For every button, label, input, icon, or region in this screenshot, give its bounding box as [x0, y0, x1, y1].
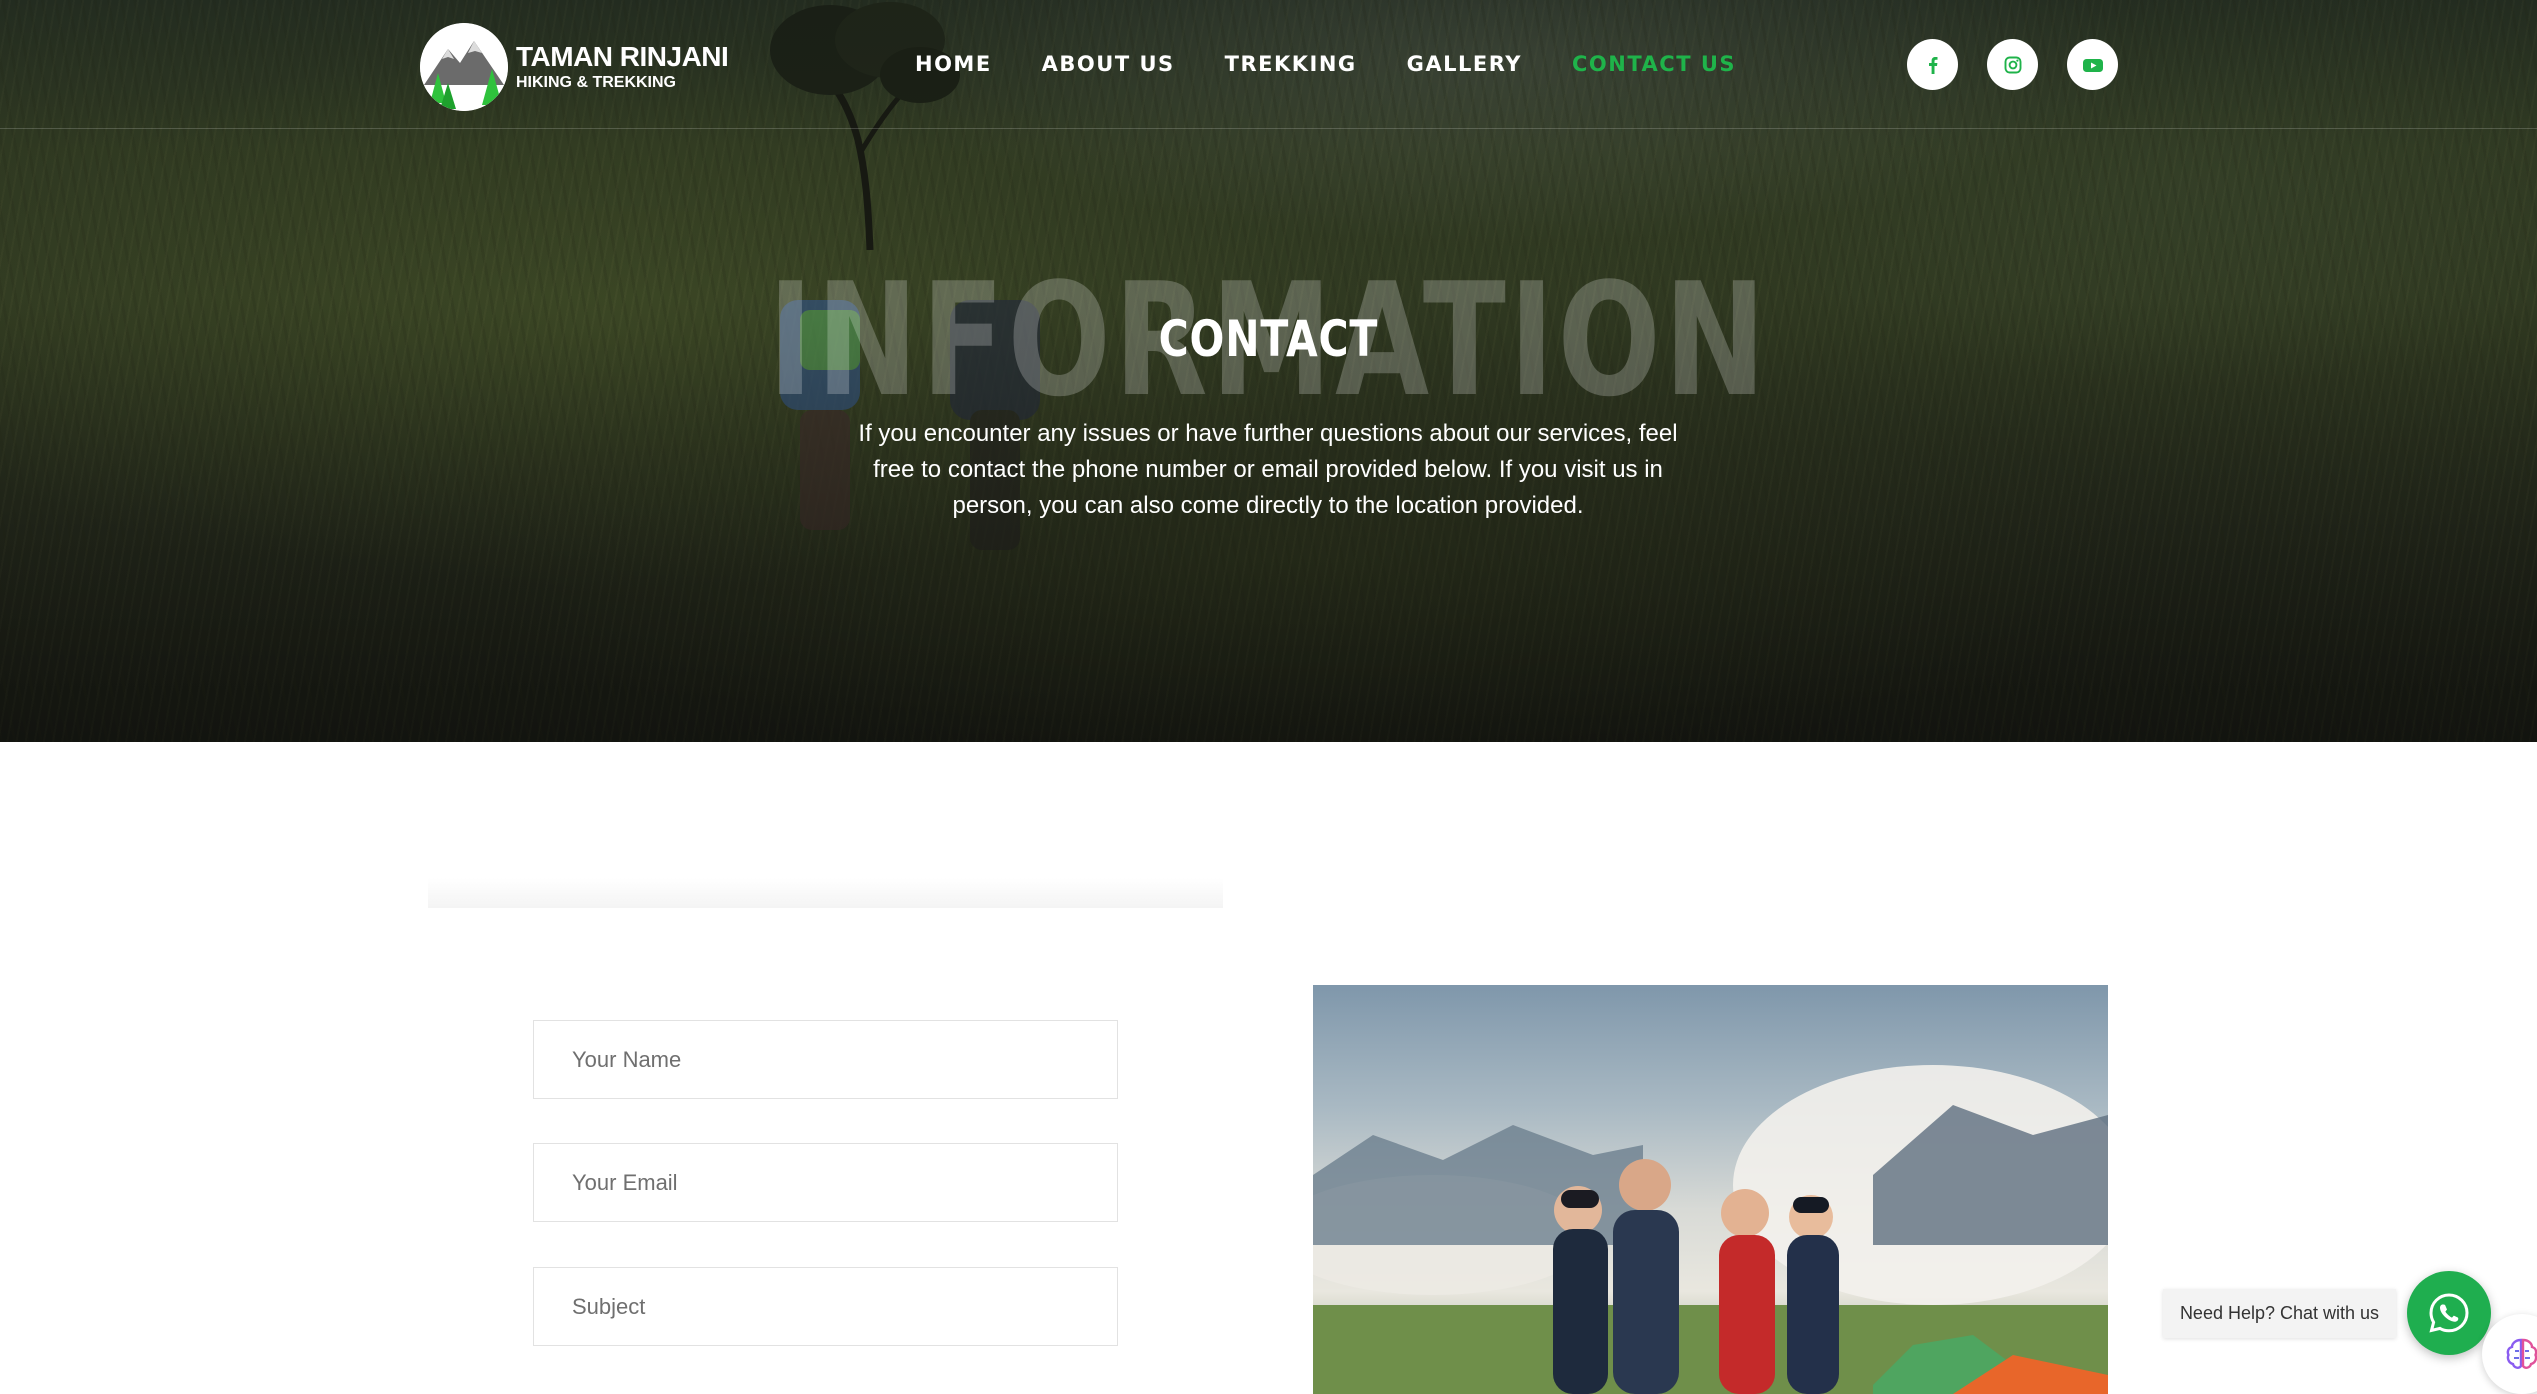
- section-divider: [428, 878, 1223, 908]
- youtube-icon: [2082, 58, 2103, 72]
- logo-mountain-icon: [420, 23, 508, 111]
- ai-assistant-button[interactable]: [2482, 1314, 2537, 1394]
- site-logo[interactable]: TAMAN RINJANI HIKING & TREKKING: [420, 22, 740, 112]
- facebook-link[interactable]: [1907, 39, 1958, 90]
- logo-title: TAMAN RINJANI: [516, 41, 729, 72]
- team-photo: [1313, 985, 2108, 1394]
- nav-gallery[interactable]: GALLERY: [1407, 52, 1522, 76]
- email-field[interactable]: [533, 1143, 1118, 1222]
- nav-contact-us[interactable]: CONTACT US: [1572, 52, 1736, 76]
- subject-field[interactable]: [533, 1267, 1118, 1346]
- nav-about-us[interactable]: ABOUT US: [1042, 52, 1175, 76]
- whatsapp-chat-button[interactable]: [2407, 1271, 2491, 1355]
- whatsapp-icon: [2429, 1293, 2469, 1333]
- name-field[interactable]: [533, 1020, 1118, 1099]
- nav-home[interactable]: HOME: [915, 52, 992, 76]
- page-title: CONTACT: [1158, 310, 1379, 368]
- nav-trekking[interactable]: TREKKING: [1225, 52, 1357, 76]
- chat-prompt[interactable]: Need Help? Chat with us: [2163, 1289, 2396, 1338]
- instagram-link[interactable]: [1987, 39, 2038, 90]
- hero-description: If you encounter any issues or have furt…: [858, 420, 1678, 519]
- facebook-icon: [1928, 56, 1937, 74]
- main-nav: HOME ABOUT US TREKKING GALLERY CONTACT U…: [915, 52, 1786, 76]
- logo-subtitle: HIKING & TREKKING: [516, 74, 676, 91]
- name-input[interactable]: [572, 1021, 1117, 1098]
- site-header: TAMAN RINJANI HIKING & TREKKING HOME ABO…: [0, 0, 2537, 129]
- instagram-icon: [2004, 56, 2021, 73]
- youtube-link[interactable]: [2067, 39, 2118, 90]
- subject-input[interactable]: [572, 1268, 1117, 1345]
- email-input[interactable]: [572, 1144, 1117, 1221]
- brain-icon: [2506, 1338, 2537, 1369]
